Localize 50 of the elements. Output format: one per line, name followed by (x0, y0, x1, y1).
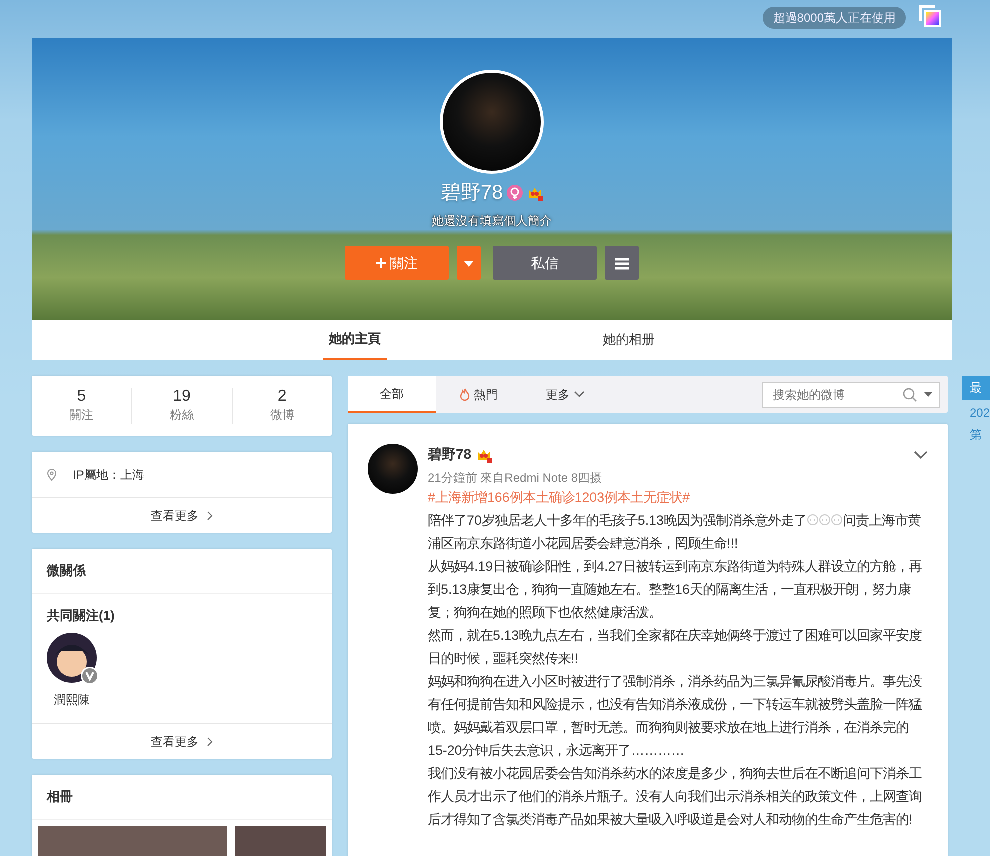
feed-tab[interactable]: 更多 (522, 376, 609, 413)
profile-tab[interactable]: 她的主頁 (323, 320, 387, 360)
chevron-down-icon[interactable] (914, 450, 928, 458)
crying-face-icon (806, 513, 819, 526)
stat-label: 關注 (68, 406, 95, 424)
section-title: 微關係 (32, 549, 332, 594)
search-field[interactable]: 搜索她的微博 (762, 382, 940, 408)
ip-location: IP屬地：上海 (73, 466, 144, 484)
caret-icon (464, 260, 474, 267)
crying-face-icon (830, 513, 843, 526)
follow-options-button[interactable] (457, 246, 481, 280)
post-paragraph: 妈妈和狗狗在进入小区时被进行了强制消杀，消杀药品为三氯异氰尿酸消毒片。事先没有任何提前告知和风险提示，也没有告知消杀液成份，一下转运车就被劈头盖脸一阵猛喷。妈妈戴着双层口罩，暂时无恙。而狗狗则被要求放在地上进行消杀，在消杀完的15-20分钟后失去意识，永远离开了………… (428, 673, 923, 760)
post-paragraph: 从妈妈4.19日被确诊阳性，到4.27日被转运到南京东路街道为特殊人群设立的方舱，再到5.13康复出仓，狗狗一直随她左右。整整16天的隔离生活，一直积极开朗，努力康复；狗狗在她的照顾下也依然健康活泼。 (428, 558, 924, 622)
post-meta: 21分鐘前 來自Redmi Note 8四摄 (428, 470, 604, 487)
view-more-link[interactable]: 查看更多 (32, 497, 332, 533)
view-more-link[interactable]: 查看更多 (32, 723, 332, 759)
flame-icon (460, 388, 470, 401)
skin-icon[interactable] (918, 4, 942, 28)
stat-value: 5 (76, 388, 88, 406)
caret-icon (924, 392, 933, 397)
profile-tab[interactable]: 她的相册 (597, 320, 661, 360)
avatar-icon (47, 633, 97, 683)
section-title: 相冊 (32, 775, 332, 820)
stat-label: 微博 (269, 406, 296, 424)
timeline-title: 最 (962, 376, 990, 400)
menu-button[interactable] (605, 246, 639, 280)
plus-icon (376, 258, 386, 268)
chevron-right-icon (207, 510, 213, 520)
message-button[interactable]: 私信 (493, 246, 597, 280)
search-icon (903, 388, 917, 402)
feed-tab[interactable]: 熱門 (436, 376, 522, 413)
avatar[interactable] (368, 444, 418, 494)
section-subtitle: 共同關注(1) (47, 606, 116, 625)
author-name[interactable]: 碧野78 (428, 444, 472, 465)
profile-bio: 她還沒有填寫個人簡介 (432, 213, 552, 230)
stat-label: 粉絲 (168, 406, 195, 424)
post-paragraph: 然而，就在5.13晚九点左右，当我们全家都在庆幸她俩终于渡过了困难可以回家平安度日的时候，噩耗突然传来!! (428, 627, 924, 668)
chevron-down-icon (574, 391, 585, 398)
stat-value: 19 (172, 388, 192, 406)
profile-name: 碧野78 (440, 181, 504, 206)
location-pin-icon (47, 468, 57, 480)
stat-value: 2 (276, 388, 288, 406)
feed-tab[interactable]: 全部 (348, 376, 436, 413)
crying-face-icon (818, 513, 831, 526)
menu-icon (615, 258, 629, 270)
chevron-right-icon (207, 736, 213, 746)
post-paragraph: 陪伴了70岁独居老人十多年的毛孩子5.13晚因为强制消杀意外走了 问责上海市黄浦区南京东路街道小花园居委会肆意消杀，罔顾生命!!! (428, 512, 922, 553)
usage-count-badge: 超過8000萬人正在使用 (763, 7, 906, 29)
person-name[interactable]: 潤熙陳 (54, 691, 90, 709)
post-paragraph: 我们没有被小花园居委会告知消杀药水的浓度是多少，狗狗去世后在不断追问下消杀工作人员才出示了他们的消杀片瓶子。没有人向我们出示消杀相关的政策文件，上网查询后才得知了含氯类消毒产品如果被大量吸入呼吸道是会对人和动物的生命产生危害的! (428, 765, 923, 829)
